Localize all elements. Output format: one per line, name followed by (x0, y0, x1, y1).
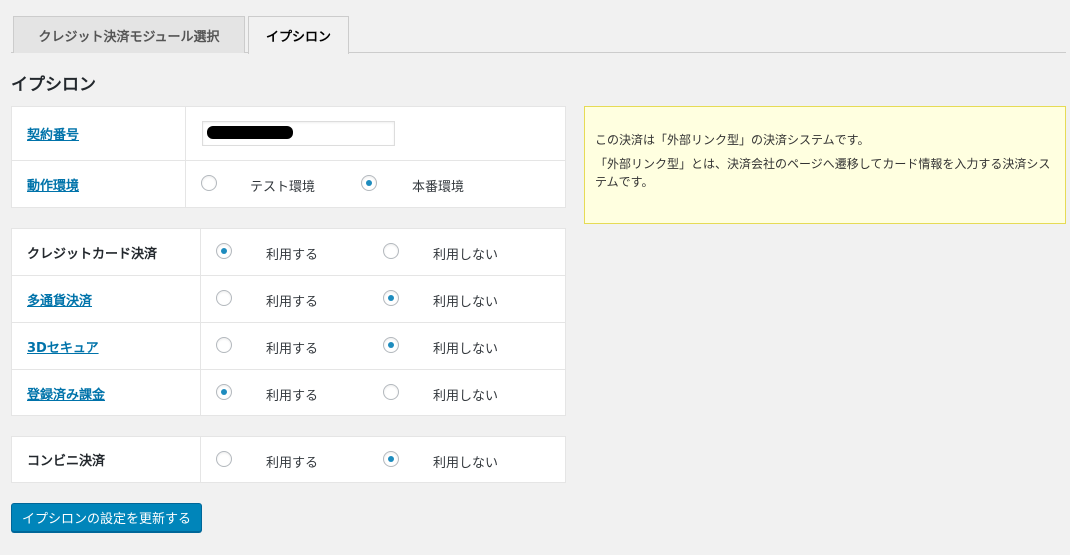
info-notice: この決済は「外部リンク型」の決済システムです。 「外部リンク型」とは、決済会社の… (584, 106, 1066, 224)
credit-card-use-label: 利用する (266, 248, 319, 263)
convenience-use-label: 利用する (266, 456, 319, 471)
tab-credit-module-select[interactable]: クレジット決済モジュール選択 (13, 16, 245, 53)
3d-secure-not-use-radio[interactable] (383, 337, 399, 353)
registered-billing-not-use-radio[interactable] (383, 384, 399, 400)
env-production-radio[interactable] (361, 175, 377, 191)
multi-currency-use-label: 利用する (266, 295, 319, 310)
convenience-label: コンビニ決済 (12, 437, 201, 482)
credit-card-not-use-label: 利用しない (433, 248, 499, 263)
env-test-label: テスト環境 (250, 180, 316, 195)
convenience-not-use-label: 利用しない (433, 456, 499, 471)
multi-currency-use-radio[interactable] (216, 290, 232, 306)
convenience-row: コンビニ決済 利用する 利用しない (12, 437, 565, 482)
3d-secure-use-label: 利用する (266, 342, 319, 357)
payment-row: 登録済み課金 利用する 利用しない (12, 370, 565, 416)
payment-methods-table: クレジットカード決済 利用する 利用しない 多通貨決済 利用する 利用しない 3… (11, 228, 566, 416)
multi-currency-header: 多通貨決済 (12, 276, 201, 322)
redacted-value (207, 126, 293, 139)
3d-secure-not-use-label: 利用しない (433, 342, 499, 357)
registered-billing-link[interactable]: 登録済み課金 (27, 384, 105, 403)
payment-row: 多通貨決済 利用する 利用しない (12, 276, 565, 323)
environment-row: 動作環境 テスト環境 本番環境 (12, 161, 565, 207)
multi-currency-not-use-radio[interactable] (383, 290, 399, 306)
contract-number-row: 契約番号 (12, 107, 565, 161)
notice-line-2: 「外部リンク型」とは、決済会社のページへ遷移してカード情報を入力する決済システム… (595, 157, 1051, 189)
3d-secure-use-radio[interactable] (216, 337, 232, 353)
convenience-use-radio[interactable] (216, 451, 232, 467)
convenience-table: コンビニ決済 利用する 利用しない (11, 436, 566, 483)
environment-link[interactable]: 動作環境 (27, 175, 79, 194)
page-title: イプシロン (11, 75, 96, 95)
credit-card-label: クレジットカード決済 (12, 229, 201, 275)
multi-currency-link[interactable]: 多通貨決済 (27, 290, 92, 309)
registered-billing-use-label: 利用する (266, 389, 319, 404)
registered-billing-header: 登録済み課金 (12, 370, 201, 416)
payment-row: 3Dセキュア 利用する 利用しない (12, 323, 565, 370)
contract-number-header: 契約番号 (12, 107, 186, 160)
contract-settings-table: 契約番号 動作環境 テスト環境 本番環境 (11, 106, 566, 208)
registered-billing-use-radio[interactable] (216, 384, 232, 400)
env-test-radio[interactable] (201, 175, 217, 191)
contract-number-link[interactable]: 契約番号 (27, 124, 79, 143)
tab-epsilon[interactable]: イプシロン (248, 16, 349, 54)
contract-number-input[interactable] (202, 121, 395, 146)
3d-secure-link[interactable]: 3Dセキュア (27, 337, 99, 356)
3d-secure-header: 3Dセキュア (12, 323, 201, 369)
credit-card-use-radio[interactable] (216, 243, 232, 259)
environment-header: 動作環境 (12, 161, 186, 207)
registered-billing-not-use-label: 利用しない (433, 389, 499, 404)
notice-line-1: この決済は「外部リンク型」の決済システムです。 (595, 133, 870, 147)
tab-bar: クレジット決済モジュール選択 イプシロン (11, 0, 1066, 54)
env-production-label: 本番環境 (412, 180, 465, 195)
update-settings-button[interactable]: イプシロンの設定を更新する (11, 503, 202, 532)
multi-currency-not-use-label: 利用しない (433, 295, 499, 310)
credit-card-not-use-radio[interactable] (383, 243, 399, 259)
convenience-not-use-radio[interactable] (383, 451, 399, 467)
payment-row: クレジットカード決済 利用する 利用しない (12, 229, 565, 276)
